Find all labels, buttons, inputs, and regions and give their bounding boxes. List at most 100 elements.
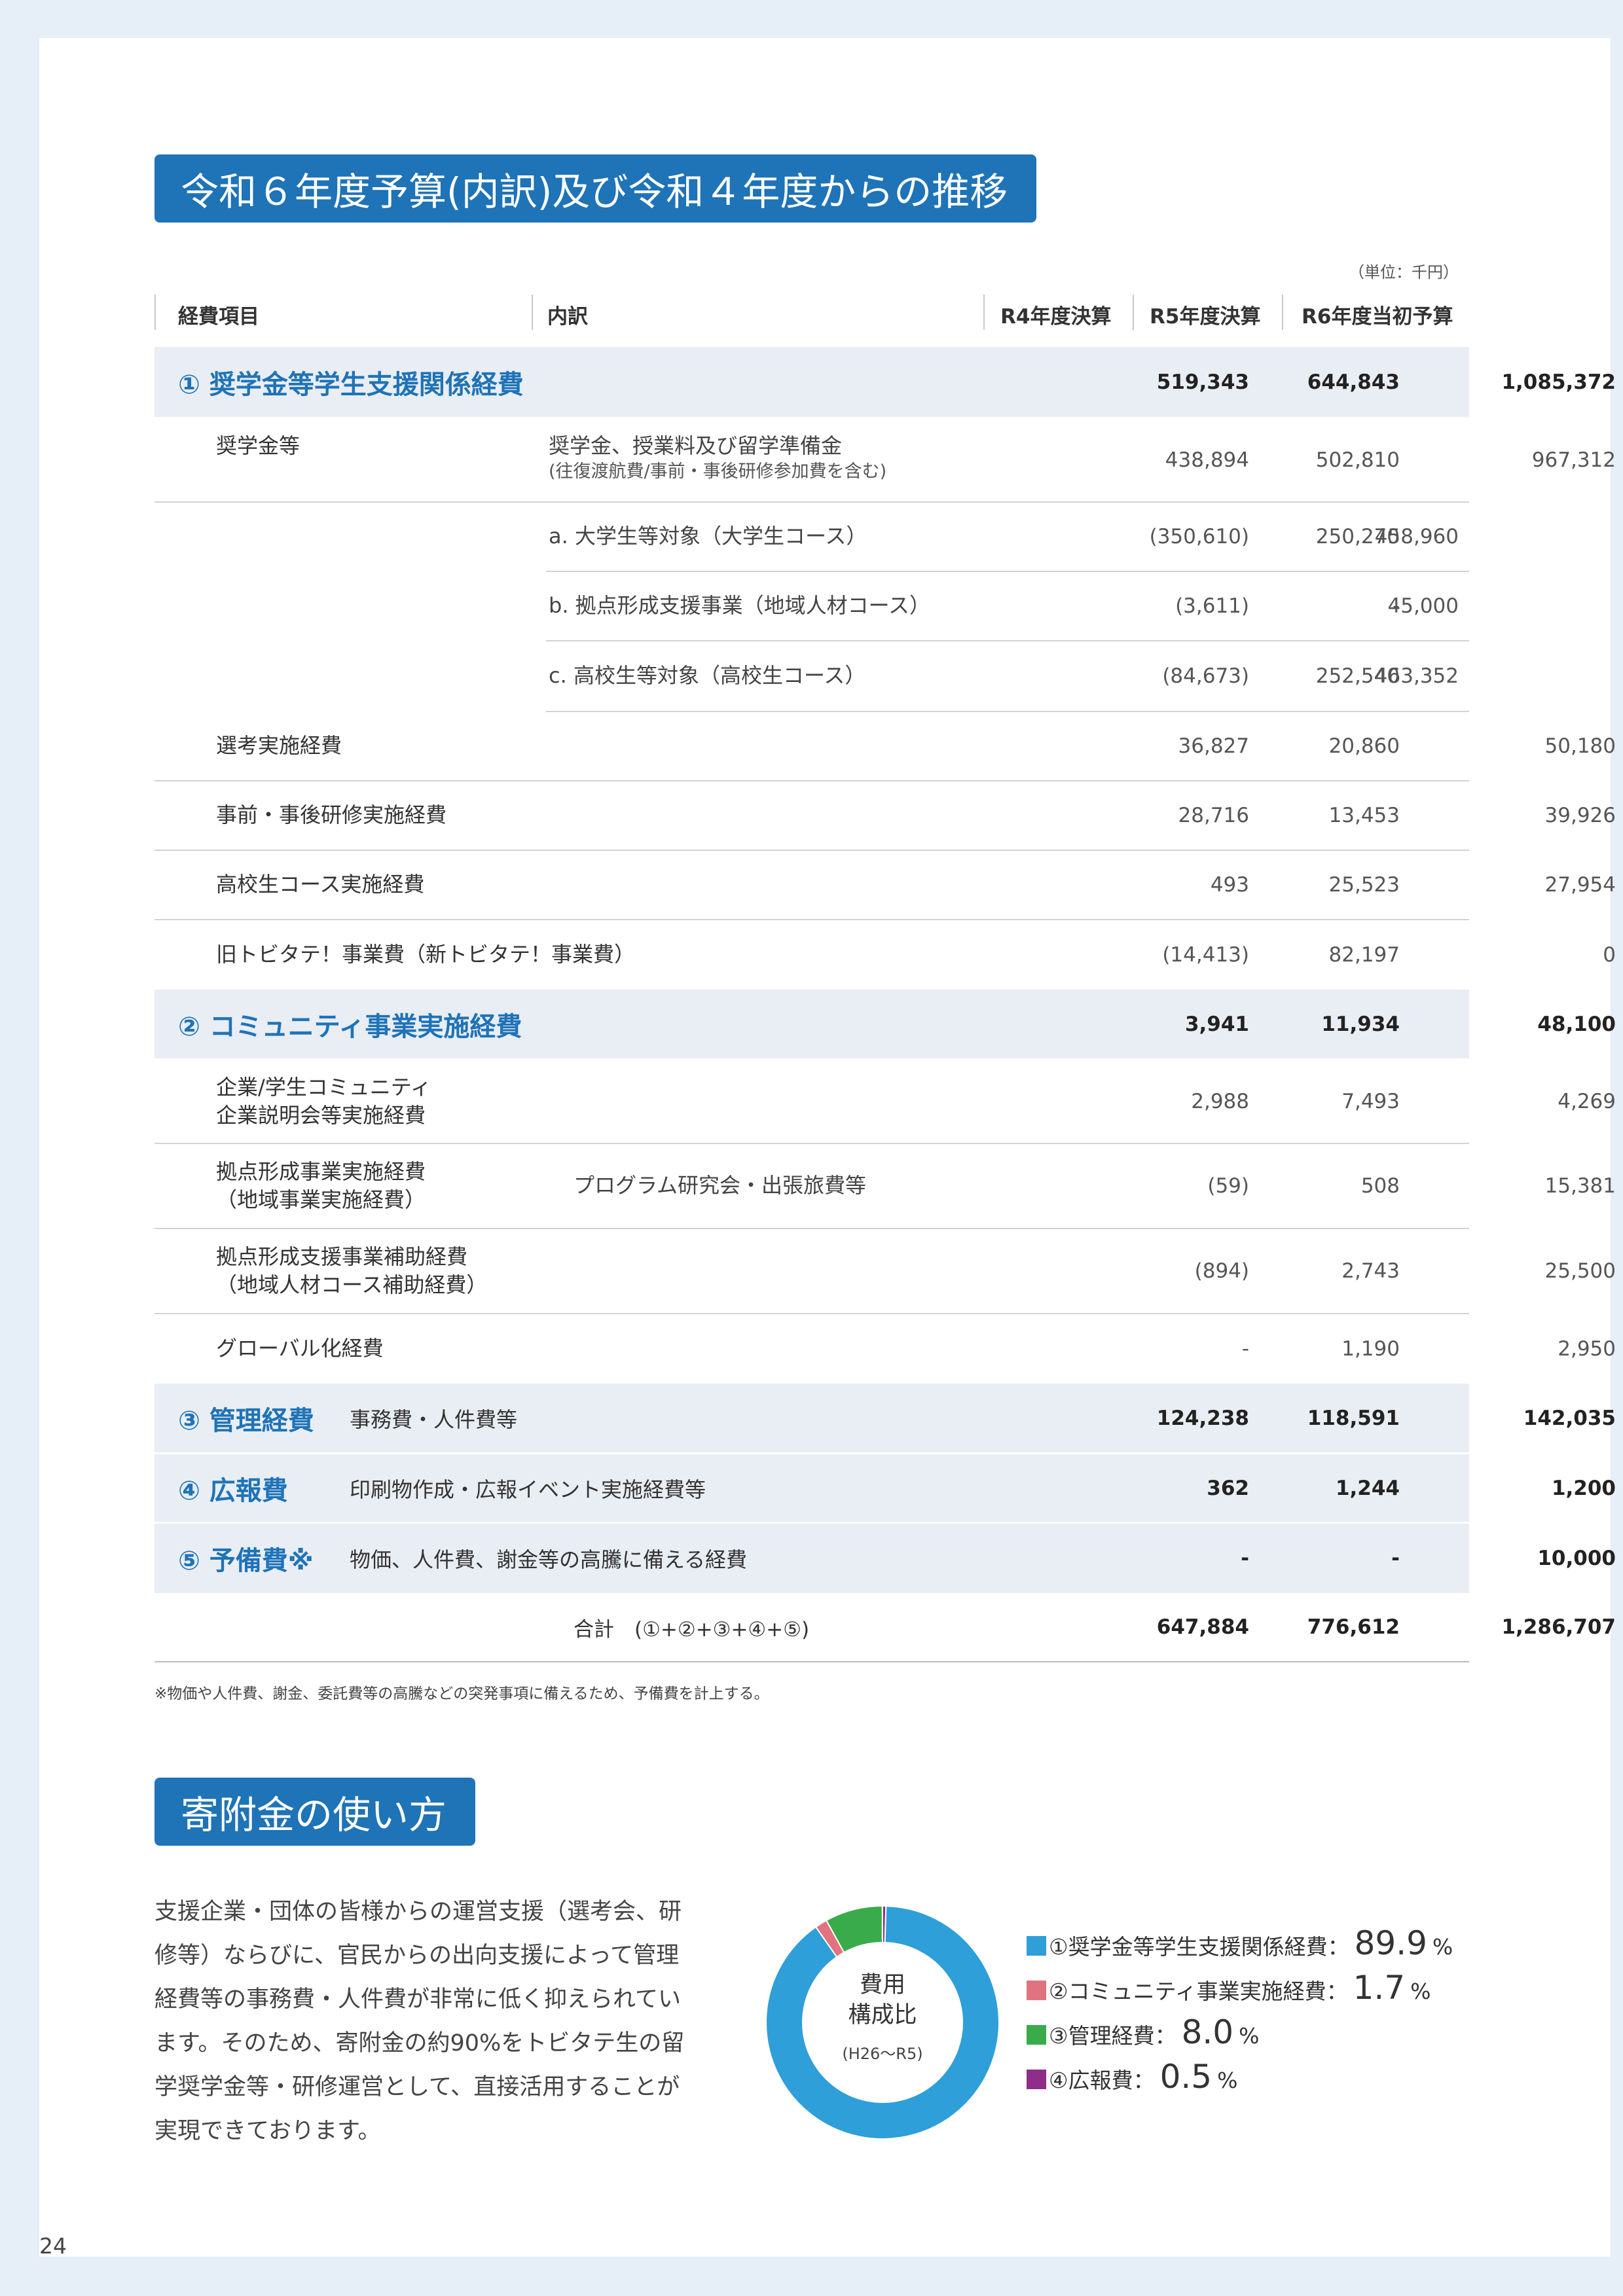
value-r5: 82,197 xyxy=(1328,943,1400,967)
table-row-selection: 選考実施経費 36,827 20,860 50,180 xyxy=(155,712,1616,781)
row-label-line2: （地域人材コース補助経費） xyxy=(216,1272,488,1297)
header-divider xyxy=(1133,295,1134,330)
value-r5: 508 xyxy=(1360,1174,1400,1198)
header-r4: R4年度決算 xyxy=(1000,305,1112,329)
value-r5: 1,244 xyxy=(1335,1476,1400,1500)
value-r5: 118,591 xyxy=(1307,1406,1400,1430)
value-r4: - xyxy=(1241,1547,1249,1570)
row-label: 選考実施経費 xyxy=(216,733,342,759)
value-r4: (84,673) xyxy=(1162,664,1249,688)
header-breakdown: 内訳 xyxy=(547,305,588,329)
footnote: ※物価や人件費、謝金、委託費等の高騰などの突発事項に備えるため、予備費を計上する… xyxy=(155,1685,769,1702)
row-label-line2: 企業説明会等実施経費 xyxy=(216,1103,426,1128)
unit-note: （単位：千円） xyxy=(1349,263,1459,281)
value-r6: 2,950 xyxy=(1558,1337,1616,1361)
row-label-line1: 拠点形成支援事業補助経費 xyxy=(216,1244,468,1269)
section-title-text: 寄附金の使い方 xyxy=(181,1793,447,1837)
paragraph-line: 学奨学金等・研修運営として、直接活用することが xyxy=(155,2074,680,2100)
value-r4: (59) xyxy=(1207,1174,1249,1198)
donut-center-label: 費用 構成比 (H26〜R5) xyxy=(817,1970,948,2064)
legend-swatch xyxy=(1027,1936,1046,1956)
paragraph-line: 支援企業・団体の皆様からの運営支援（選考会、研 xyxy=(155,1899,682,1925)
value-r6: 27,954 xyxy=(1544,873,1616,897)
legend-swatch xyxy=(1027,2025,1046,2045)
table-row-scholarship-c: c. 高校生等対象（高校生コース） (84,673) 252,540 463,3… xyxy=(546,641,1469,712)
table-row-category-4: ④ 広報費 印刷物作成・広報イベント実施経費等 362 1,244 1,200 xyxy=(155,1454,1616,1524)
value-r6: 458,960 xyxy=(1374,525,1459,548)
donation-paragraph: 支援企業・団体の皆様からの運営支援（選考会、研 修等）ならびに、官民からの出向支… xyxy=(155,1890,731,2153)
value-r5: - xyxy=(1391,1547,1400,1570)
legend-unit: % xyxy=(1239,2023,1260,2049)
category-note: 事務費・人件費等 xyxy=(350,1407,518,1432)
header-divider xyxy=(155,295,156,330)
legend-swatch xyxy=(1027,1981,1046,2000)
header-divider xyxy=(983,295,985,330)
breakdown: プログラム研究会・出張旅費等 xyxy=(574,1173,867,1198)
legend-swatch xyxy=(1027,2070,1046,2089)
value-r6: 463,352 xyxy=(1374,664,1459,688)
table-row-base-support: 拠点形成支援事業補助経費 （地域人材コース補助経費） (894) 2,743 2… xyxy=(155,1229,1616,1314)
value-r4: 438,894 xyxy=(1165,448,1249,472)
value-r6: 15,381 xyxy=(1544,1174,1616,1198)
donut-center-line1: 費用 xyxy=(859,1972,905,1998)
legend-value: 89.9 xyxy=(1354,1924,1427,1962)
row-label: グローバル化経費 xyxy=(216,1336,384,1361)
row-label-line1: 企業/学生コミュニティ xyxy=(216,1074,431,1100)
breakdown-line1: 奨学金、授業料及び留学準備金 xyxy=(549,433,843,458)
legend-value: 8.0 xyxy=(1181,2013,1234,2051)
value-r4: (14,413) xyxy=(1162,943,1249,967)
category-label: ⑤ 予備費※ xyxy=(178,1546,314,1576)
legend-item: ③管理経費： 8.0 % xyxy=(1027,2013,1453,2058)
value-r5: 13,453 xyxy=(1328,804,1400,827)
legend-item: ①奨学金等学生支援関係経費： 89.9 % xyxy=(1027,1924,1453,1969)
chart-legend: ①奨学金等学生支援関係経費： 89.9 % ②コミュニティ事業実施経費： 1.7… xyxy=(1027,1924,1453,2102)
value-r4: 28,716 xyxy=(1178,804,1249,827)
table-row-scholarship-a: a. 大学生等対象（大学生コース） (350,610) 250,270 458,… xyxy=(546,503,1469,572)
breakdown: c. 高校生等対象（高校生コース） xyxy=(549,663,866,689)
value-r4: 493 xyxy=(1210,873,1249,897)
page-number: 24 xyxy=(39,2233,67,2259)
value-r4: 647,884 xyxy=(1156,1615,1249,1639)
value-r6: 25,500 xyxy=(1544,1259,1616,1283)
legend-value: 1.7 xyxy=(1353,1969,1406,2007)
table-row-community: 企業/学生コミュニティ 企業説明会等実施経費 2,988 7,493 4,269 xyxy=(155,1060,1616,1144)
value-r6: 45,000 xyxy=(1387,594,1459,618)
donut-center-line2: 構成比 xyxy=(848,2002,917,2028)
table-row-base: 拠点形成事業実施経費 （地域事業実施経費） プログラム研究会・出張旅費等 (59… xyxy=(155,1144,1616,1229)
value-r5: 20,860 xyxy=(1328,734,1400,758)
row-label: 旧トビタテ！事業費（新トビタテ！事業費） xyxy=(216,942,636,967)
header-item: 経費項目 xyxy=(178,305,259,329)
header-r5: R5年度決算 xyxy=(1150,305,1261,329)
legend-item: ④広報費： 0.5 % xyxy=(1027,2058,1453,2102)
value-r5: 644,843 xyxy=(1307,370,1400,394)
category-label: ② コミュニティ事業実施経費 xyxy=(178,1011,522,1042)
legend-unit: % xyxy=(1410,1979,1431,2004)
table-row-training: 事前・事後研修実施経費 28,716 13,453 39,926 xyxy=(155,781,1616,851)
category-note: 印刷物作成・広報イベント実施経費等 xyxy=(350,1477,706,1502)
value-r5: 25,523 xyxy=(1328,873,1400,897)
category-label: ① 奨学金等学生支援関係経費 xyxy=(178,369,524,400)
total-label: 合計 (①+②+③+④+⑤) xyxy=(574,1617,810,1641)
value-r6: 50,180 xyxy=(1544,734,1616,758)
value-r4: (350,610) xyxy=(1149,525,1249,548)
value-r4: (894) xyxy=(1194,1259,1249,1283)
value-r4: 362 xyxy=(1207,1476,1249,1500)
table-row-category-2: ② コミュニティ事業実施経費 3,941 11,934 48,100 xyxy=(155,990,1616,1060)
value-r5: 502,810 xyxy=(1315,448,1400,472)
header-divider xyxy=(1282,295,1283,330)
value-r4: 124,238 xyxy=(1156,1406,1249,1430)
value-r5: 1,190 xyxy=(1341,1337,1400,1361)
value-r4: - xyxy=(1241,1337,1249,1361)
value-r4: 2,988 xyxy=(1191,1090,1249,1113)
page-title: 令和６年度予算(内訳)及び令和４年度からの推移 xyxy=(155,154,1037,223)
paragraph-line: 経費等の事務費・人件費が非常に低く抑えられてい xyxy=(155,1986,681,2013)
value-r5: 11,934 xyxy=(1321,1012,1400,1036)
value-r4: 3,941 xyxy=(1184,1012,1249,1036)
table-row-category-1: ① 奨学金等学生支援関係経費 519,343 644,843 1,085,372 xyxy=(155,347,1616,419)
legend-label: ③管理経費： xyxy=(1049,2023,1176,2049)
paragraph-line: 修等）ならびに、官民からの出向支援によって管理 xyxy=(155,1943,680,1969)
legend-label: ④広報費： xyxy=(1049,2068,1155,2093)
legend-unit: % xyxy=(1432,1934,1453,1960)
table-row-tobitate: 旧トビタテ！事業費（新トビタテ！事業費） (14,413) 82,197 0 xyxy=(155,920,1616,990)
value-r6: 4,269 xyxy=(1558,1090,1616,1113)
